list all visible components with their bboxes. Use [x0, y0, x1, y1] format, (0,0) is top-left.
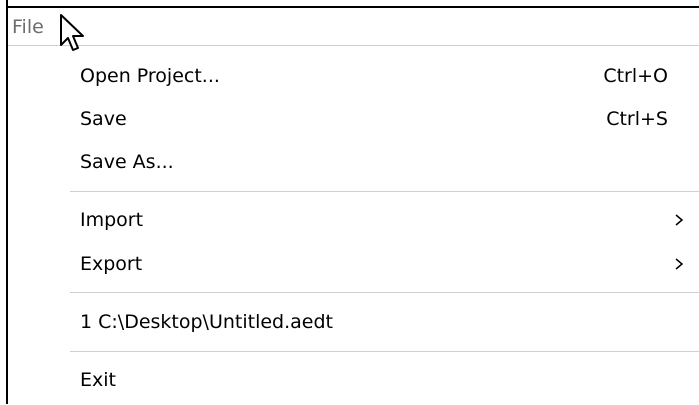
menu-item-shortcut: Ctrl+O	[603, 65, 668, 87]
file-menu-title[interactable]: File	[12, 14, 44, 40]
menu-item-open-project[interactable]: Open Project... Ctrl+O	[70, 54, 699, 98]
menu-item-label: Exit	[80, 369, 116, 391]
menu-item-label: 1 C:\Desktop\Untitled.aedt	[80, 311, 333, 333]
menu-item-label: Save As...	[80, 151, 174, 173]
chevron-right-icon	[675, 214, 684, 226]
menu-item-export[interactable]: Export	[70, 242, 699, 286]
file-menu-window: File Open Project... Ctrl+O Save Ctrl+S …	[0, 0, 699, 405]
file-dropdown-menu: Open Project... Ctrl+O Save Ctrl+S Save …	[8, 45, 699, 405]
menu-item-shortcut: Ctrl+S	[606, 108, 668, 130]
menu-separator	[70, 292, 699, 293]
chevron-right-icon	[675, 258, 684, 270]
menu-item-recent-file-1[interactable]: 1 C:\Desktop\Untitled.aedt	[70, 300, 699, 344]
menubar: File	[8, 8, 699, 45]
menu-item-label: Import	[80, 209, 144, 231]
menu-item-label: Save	[80, 108, 127, 130]
menu-item-save[interactable]: Save Ctrl+S	[70, 97, 699, 141]
arrow-cursor-icon	[60, 14, 84, 51]
menu-item-label: Export	[80, 253, 143, 275]
menu-item-save-as[interactable]: Save As...	[70, 140, 699, 184]
menu-item-label: Open Project...	[80, 65, 220, 87]
menu-item-import[interactable]: Import	[70, 198, 699, 242]
menu-separator	[70, 191, 699, 192]
menu-item-exit[interactable]: Exit	[70, 358, 699, 402]
menu-separator	[70, 351, 699, 352]
